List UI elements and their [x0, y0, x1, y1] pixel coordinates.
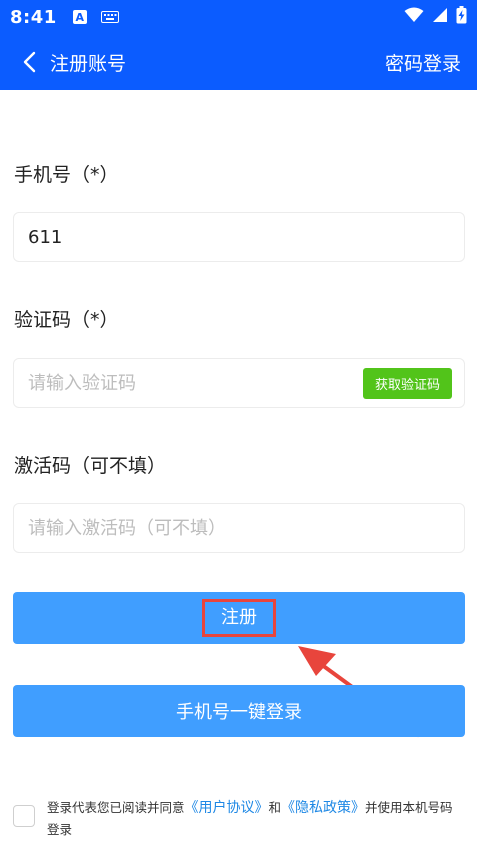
phone-field [13, 212, 465, 262]
app-header: 注册账号 密码登录 [0, 34, 477, 90]
agreement-checkbox[interactable] [13, 805, 35, 827]
register-button-label: 注册 [202, 599, 276, 637]
battery-charging-icon [456, 6, 467, 28]
get-code-button[interactable]: 获取验证码 [362, 367, 452, 399]
activation-code-input[interactable] [28, 517, 452, 539]
accessibility-badge-icon: A [72, 10, 87, 24]
agreement-text: 登录代表您已阅读并同意《用户协议》和《隐私政策》并使用本机号码登录 [47, 797, 465, 841]
verification-code-field: 获取验证码 [13, 358, 465, 408]
wifi-icon [404, 7, 424, 27]
agreement-and: 和 [268, 800, 282, 815]
user-agreement-link[interactable]: 《用户协议》 [185, 800, 269, 816]
agreement-row: 登录代表您已阅读并同意《用户协议》和《隐私政策》并使用本机号码登录 [13, 797, 465, 841]
privacy-policy-link[interactable]: 《隐私政策》 [281, 800, 365, 816]
back-arrow-icon[interactable] [20, 51, 38, 73]
page-title: 注册账号 [50, 52, 127, 75]
phone-label: 手机号（*） [14, 164, 119, 186]
one-click-login-label: 手机号一键登录 [176, 702, 302, 723]
keyboard-icon [100, 11, 119, 23]
activation-code-label: 激活码（可不填） [14, 455, 167, 477]
activation-code-field [13, 503, 465, 553]
verification-code-input[interactable] [28, 372, 363, 394]
password-login-link[interactable]: 密码登录 [385, 49, 461, 76]
status-icons [404, 6, 467, 28]
status-bar: 8:41 A [0, 0, 477, 34]
verification-code-label: 验证码（*） [14, 309, 119, 331]
one-click-login-button[interactable]: 手机号一键登录 [13, 685, 465, 737]
phone-input[interactable] [28, 226, 452, 248]
signal-icon [432, 7, 448, 27]
agreement-prefix: 登录代表您已阅读并同意 [47, 800, 185, 815]
status-time: 8:41 [10, 6, 57, 28]
